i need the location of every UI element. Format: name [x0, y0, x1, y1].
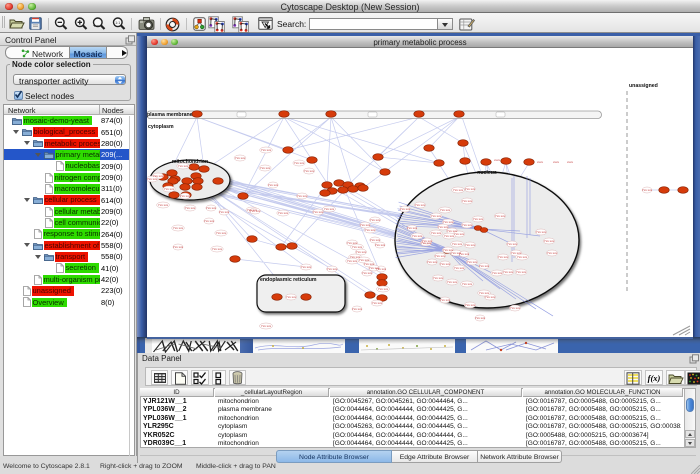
- svg-text:plasma membrane: plasma membrane: [147, 112, 193, 118]
- svg-text:Yxx xxx: Yxx xxx: [369, 266, 380, 270]
- svg-text:Yxx xxx: Yxx xxx: [261, 148, 272, 152]
- svg-text:1:1: 1:1: [115, 21, 120, 25]
- svg-text:Yxx xxx: Yxx xxx: [452, 242, 463, 246]
- svg-text:Yxx xxx: Yxx xxx: [465, 187, 476, 191]
- svg-text:xxxx: xxxx: [494, 158, 501, 162]
- svg-text:Yxx xxx: Yxx xxx: [206, 206, 217, 210]
- svg-text:nucleus: nucleus: [477, 170, 497, 176]
- svg-text:unassigned: unassigned: [629, 83, 658, 89]
- svg-text:Yxx xxx: Yxx xxx: [185, 206, 196, 210]
- svg-text:Yxx xxx: Yxx xxx: [324, 207, 335, 211]
- svg-text:xxxx: xxxx: [553, 160, 560, 164]
- svg-text:Yxx xxx: Yxx xxx: [372, 301, 383, 305]
- svg-text:Yxx xxx: Yxx xxx: [365, 228, 376, 232]
- svg-text:Yxx xxx: Yxx xxx: [444, 234, 455, 238]
- svg-text:Yxx xxx: Yxx xxx: [313, 210, 324, 214]
- svg-text:Yxx xxx: Yxx xxx: [431, 214, 442, 218]
- svg-text:Yxx xxx: Yxx xxx: [517, 255, 528, 259]
- svg-text:Yxx xxx: Yxx xxx: [495, 214, 506, 218]
- svg-text:Yxx xxx: Yxx xxx: [278, 211, 289, 215]
- svg-text:Yxx xxx: Yxx xxx: [360, 223, 371, 227]
- svg-text:Yxx xxx: Yxx xxx: [440, 262, 451, 266]
- svg-text:cytoplasm: cytoplasm: [148, 124, 174, 130]
- svg-text:Yxx xxx: Yxx xxx: [216, 231, 227, 235]
- svg-text:Yxx xxx: Yxx xxx: [459, 252, 470, 256]
- svg-text:xxxx: xxxx: [537, 160, 544, 164]
- svg-text:Yxx xxx: Yxx xxx: [370, 218, 381, 222]
- svg-text:Yxx xxx: Yxx xxx: [507, 242, 518, 246]
- svg-text:Yxx xxx: Yxx xxx: [516, 270, 527, 274]
- svg-text:Yxx xxx: Yxx xxx: [352, 307, 363, 311]
- svg-text:Yxx xxx: Yxx xxx: [180, 194, 191, 198]
- svg-text:Yxx xxx: Yxx xxx: [415, 203, 426, 207]
- svg-text:Yxx xxx: Yxx xxx: [479, 291, 490, 295]
- svg-text:Yxx xxx: Yxx xxx: [510, 306, 521, 310]
- svg-text:Yxx xxx: Yxx xxx: [147, 177, 158, 181]
- svg-text:Yxx xxx: Yxx xxx: [250, 209, 261, 213]
- svg-text:Yxx xxx: Yxx xxx: [352, 245, 363, 249]
- svg-text:Yxx xxx: Yxx xxx: [440, 208, 451, 212]
- svg-text:Yxx xxx: Yxx xxx: [447, 280, 458, 284]
- svg-text:Yxx xxx: Yxx xxx: [204, 219, 215, 223]
- svg-text:Yxx xxx: Yxx xxx: [412, 234, 423, 238]
- svg-text:Yxx xxx: Yxx xxx: [378, 287, 389, 291]
- svg-text:Yxx xxx: Yxx xxx: [304, 169, 315, 173]
- svg-text:Yxx xxx: Yxx xxx: [268, 183, 279, 187]
- svg-text:Yxx xxx: Yxx xxx: [356, 250, 367, 254]
- svg-text:Yxx xxx: Yxx xxx: [347, 259, 358, 263]
- svg-text:Yxx xxx: Yxx xxx: [427, 260, 438, 264]
- svg-text:Yxx xxx: Yxx xxx: [465, 303, 476, 307]
- svg-text:Yxx xxx: Yxx xxx: [467, 260, 478, 264]
- svg-text:Yxx xxx: Yxx xxx: [219, 210, 230, 214]
- svg-text:Yxx xxx: Yxx xxx: [454, 266, 465, 270]
- svg-text:Yxx xxx: Yxx xxx: [375, 243, 386, 247]
- svg-text:Yxx xxx: Yxx xxx: [492, 271, 503, 275]
- svg-text:Yxx xxx: Yxx xxx: [462, 223, 473, 227]
- svg-text:Yxx xxx: Yxx xxx: [435, 254, 446, 258]
- svg-text:Yxx xxx: Yxx xxx: [503, 270, 514, 274]
- svg-text:Yxx xxx: Yxx xxx: [407, 226, 418, 230]
- svg-text:Yxx xxx: Yxx xxx: [433, 276, 444, 280]
- svg-text:Yxx xxx: Yxx xxx: [454, 232, 465, 236]
- svg-text:Yxx xxx: Yxx xxx: [327, 267, 338, 271]
- svg-text:endoplasmic reticulum: endoplasmic reticulum: [260, 277, 317, 283]
- svg-text:Yxx xxx: Yxx xxx: [473, 217, 484, 221]
- svg-text:Yxx xxx: Yxx xxx: [498, 255, 509, 259]
- svg-text:Yxx xxx: Yxx xxx: [485, 295, 496, 299]
- svg-text:Yxx xxx: Yxx xxx: [462, 199, 473, 203]
- svg-text:Yxx xxx: Yxx xxx: [465, 243, 476, 247]
- svg-text:Yxx xxx: Yxx xxx: [173, 226, 184, 230]
- svg-text:Yxx xxx: Yxx xxx: [475, 316, 486, 320]
- svg-text:Yxx xxx: Yxx xxx: [536, 230, 547, 234]
- svg-text:Yxx xxx: Yxx xxx: [462, 282, 473, 286]
- svg-text:Yxx xxx: Yxx xxx: [164, 187, 175, 191]
- svg-text:Yxx xxx: Yxx xxx: [362, 271, 373, 275]
- svg-text:Yxx xxx: Yxx xxx: [422, 239, 433, 243]
- svg-text:Yxx xxx: Yxx xxx: [453, 188, 464, 192]
- svg-text:Yxx xxx: Yxx xxx: [235, 156, 246, 160]
- svg-text:Yxx xxx: Yxx xxx: [294, 161, 305, 165]
- svg-text:Yxx xxx: Yxx xxx: [158, 203, 169, 207]
- svg-text:Yxx xxx: Yxx xxx: [547, 251, 558, 255]
- svg-text:Yxx xxx: Yxx xxx: [178, 164, 189, 168]
- svg-text:Yxx xxx: Yxx xxx: [544, 239, 555, 243]
- svg-text:Yxx xxx: Yxx xxx: [440, 298, 451, 302]
- svg-text:Yxx xxx: Yxx xxx: [642, 188, 653, 192]
- svg-text:Yxx xxx: Yxx xxx: [400, 207, 411, 211]
- svg-text:Yxx xxx: Yxx xxx: [260, 166, 271, 170]
- svg-text:Yxx xxx: Yxx xxx: [261, 324, 272, 328]
- svg-text:Yxx xxx: Yxx xxx: [286, 295, 297, 299]
- svg-text:Yxx xxx: Yxx xxx: [212, 247, 223, 251]
- svg-text:Yxx xxx: Yxx xxx: [479, 264, 490, 268]
- svg-text:Yxx xxx: Yxx xxx: [431, 231, 442, 235]
- svg-text:Yxx xxx: Yxx xxx: [443, 220, 454, 224]
- svg-text:Yxx xxx: Yxx xxx: [370, 238, 381, 242]
- svg-text:Yxx xxx: Yxx xxx: [297, 194, 308, 198]
- svg-text:Yxx xxx: Yxx xxx: [173, 245, 184, 249]
- svg-text:Yxx xxx: Yxx xxx: [301, 265, 312, 269]
- svg-text:xxxx: xxxx: [567, 160, 574, 164]
